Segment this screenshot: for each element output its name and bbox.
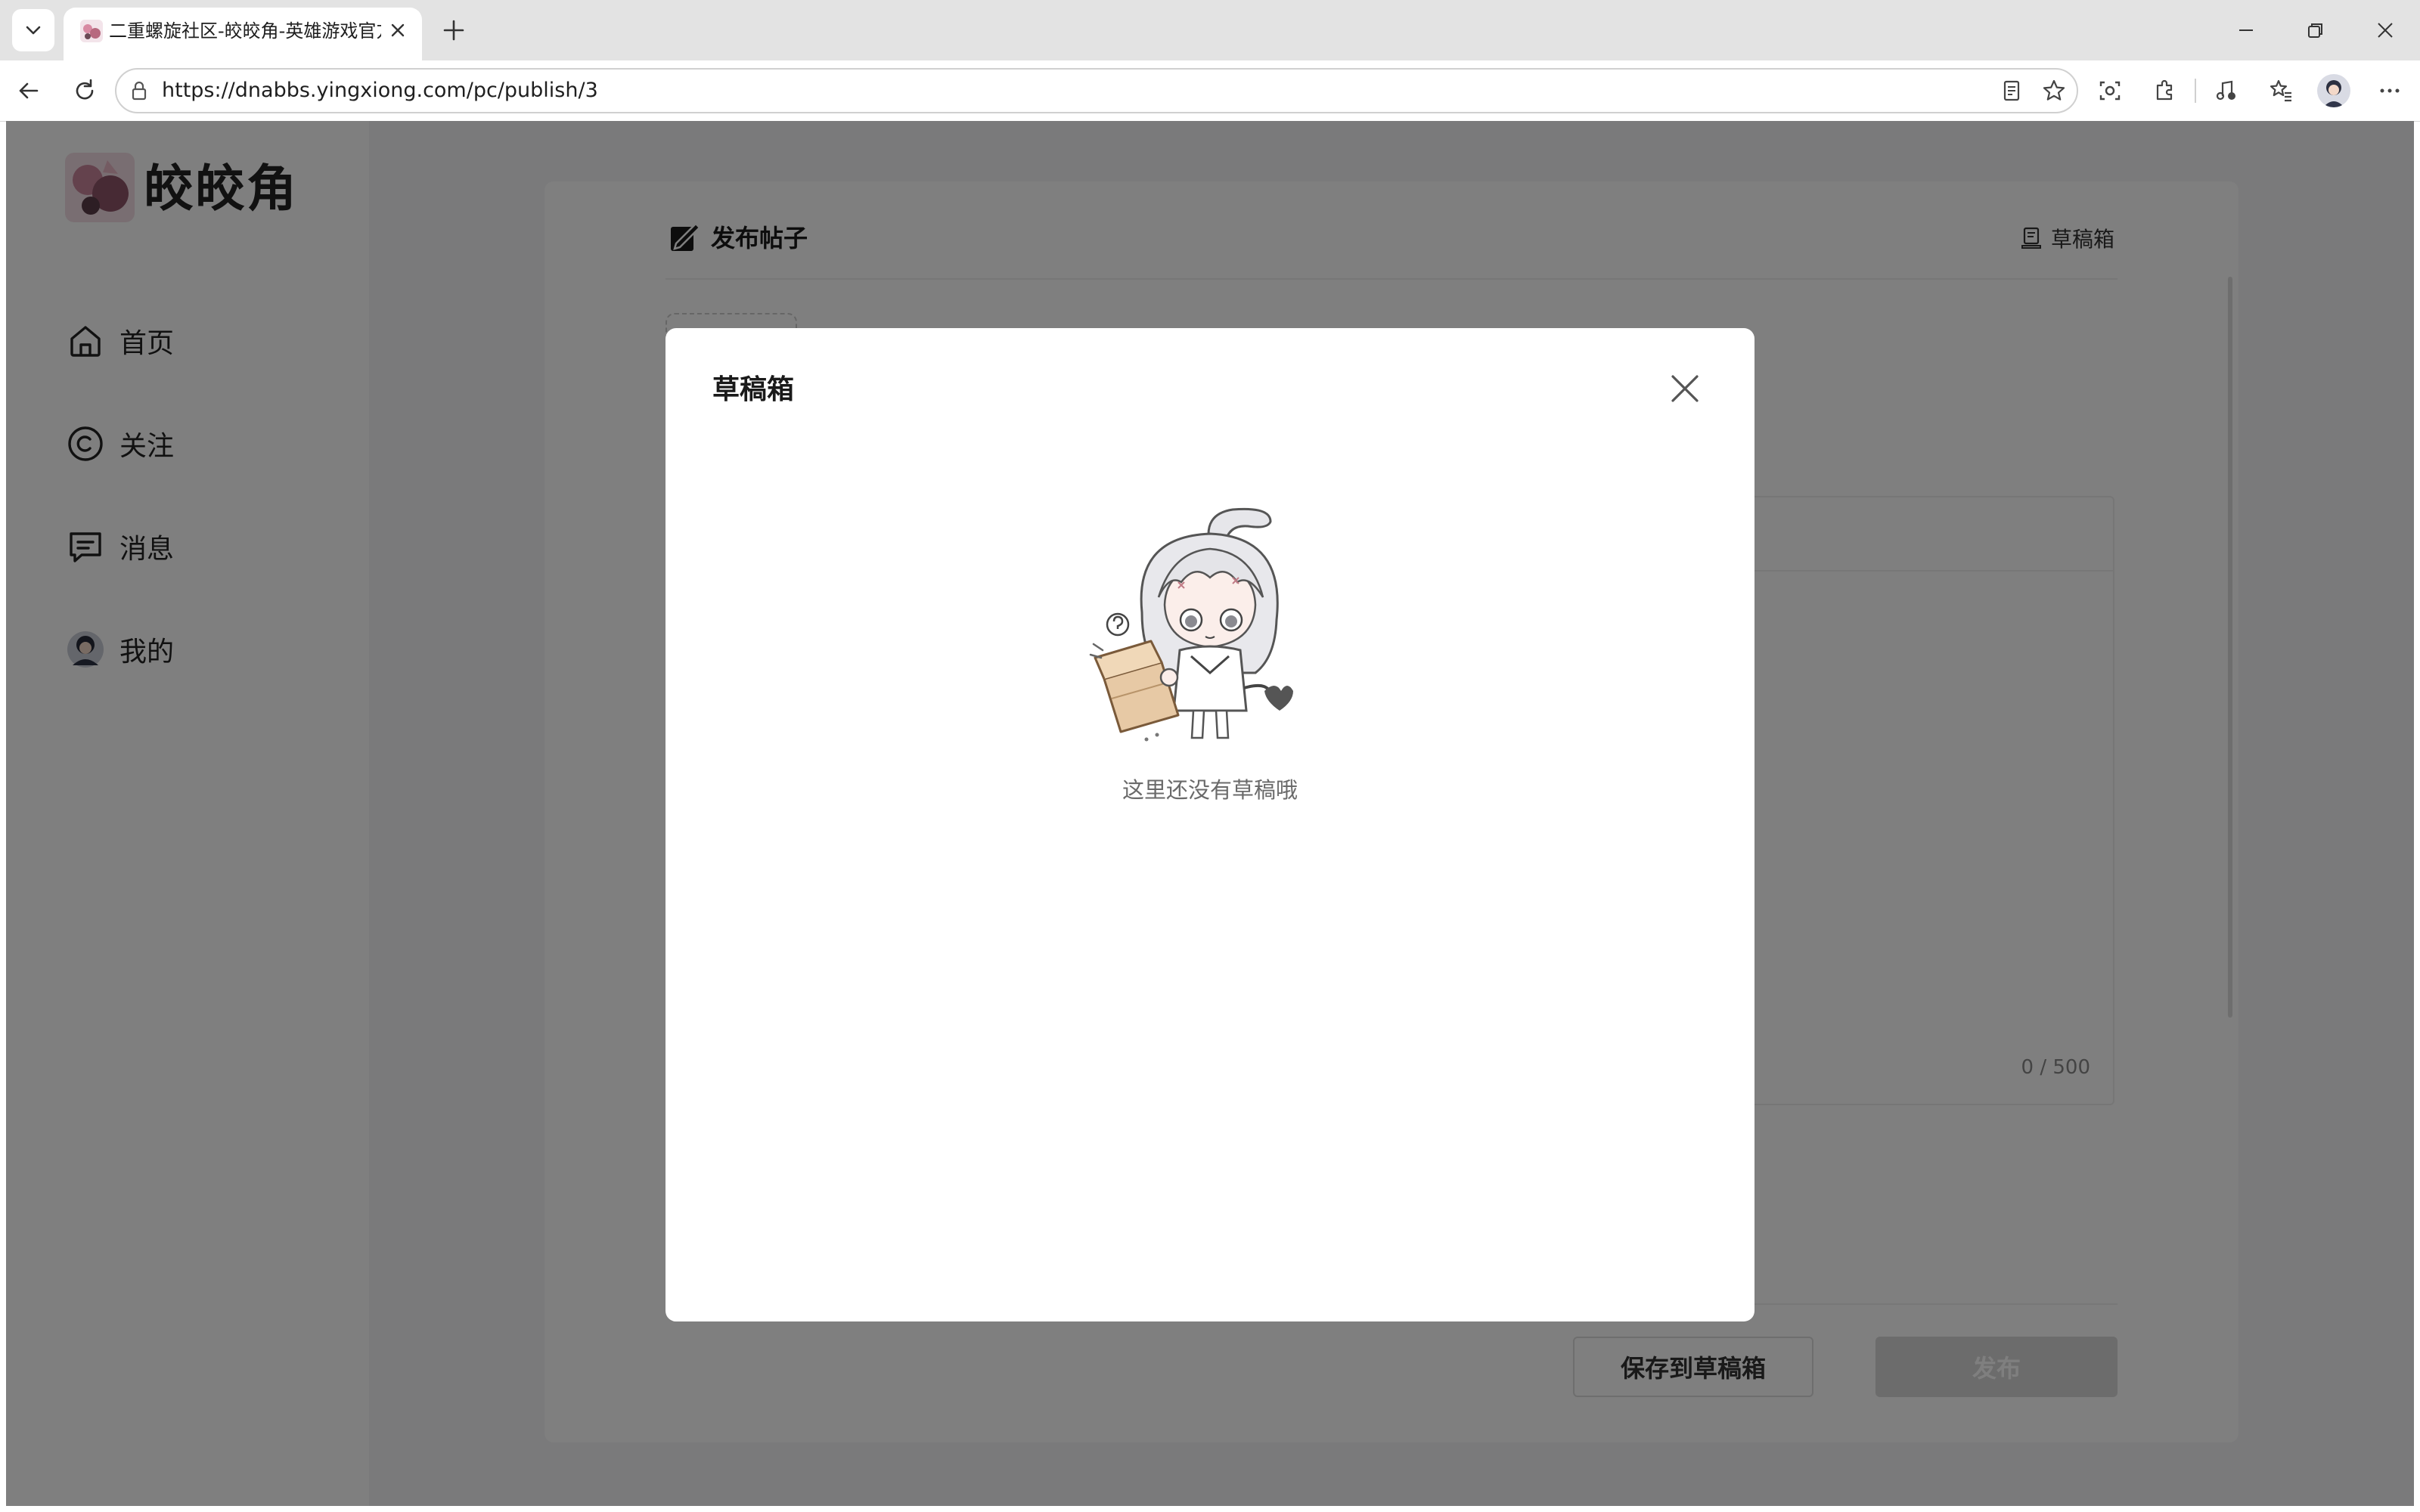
favorites-icon [2270, 79, 2291, 102]
close-icon [1671, 375, 1699, 402]
toolbar-separator [2195, 79, 2196, 103]
favorite-button[interactable] [2037, 74, 2071, 107]
media-control-button[interactable] [2210, 74, 2243, 107]
draft-box-modal [666, 328, 1754, 1321]
tab-favicon-icon [79, 18, 104, 44]
modal-close-button[interactable] [1667, 370, 1703, 407]
minimize-icon [2239, 29, 2253, 31]
favorites-button[interactable] [2264, 74, 2297, 107]
restore-icon [2308, 23, 2322, 38]
tab-list-button[interactable] [12, 9, 54, 51]
reader-mode-button[interactable] [1995, 74, 2028, 107]
extensions-button[interactable] [2148, 74, 2181, 107]
extensions-icon [2156, 79, 2173, 101]
tab-close-button[interactable] [384, 17, 411, 44]
empty-state-text: 这里还没有草稿哦 [1122, 777, 1298, 803]
reader-mode-icon [2003, 80, 2020, 101]
close-icon [391, 23, 405, 37]
reload-icon [76, 79, 94, 100]
plus-icon [443, 20, 464, 41]
lock-icon[interactable] [127, 79, 151, 103]
modal-title: 草稿箱 [712, 374, 795, 405]
profile-avatar[interactable] [2317, 74, 2350, 107]
screenshot-icon [2099, 81, 2121, 101]
restore-button[interactable] [2294, 11, 2337, 50]
media-control-icon [2216, 80, 2235, 101]
new-tab-button[interactable] [437, 14, 470, 47]
url-text[interactable]: https://dnabbs.yingxiong.com/pc/publish/… [162, 76, 598, 106]
chevron-down-icon [26, 26, 41, 35]
favorite-star-icon [2043, 79, 2065, 101]
back-button[interactable] [12, 74, 45, 107]
tab-title: 二重螺旋社区-皎皎角-英雄游戏官方 [109, 20, 381, 42]
reload-button[interactable] [68, 74, 101, 107]
window-close-icon [2378, 23, 2393, 38]
window-close-button[interactable] [2364, 11, 2406, 50]
more-button[interactable] [2373, 74, 2406, 107]
minimize-button[interactable] [2225, 11, 2267, 50]
screenshot-button[interactable] [2093, 74, 2127, 107]
back-icon [19, 82, 39, 99]
more-icon [2380, 88, 2400, 93]
empty-state-illustration [1089, 499, 1316, 748]
